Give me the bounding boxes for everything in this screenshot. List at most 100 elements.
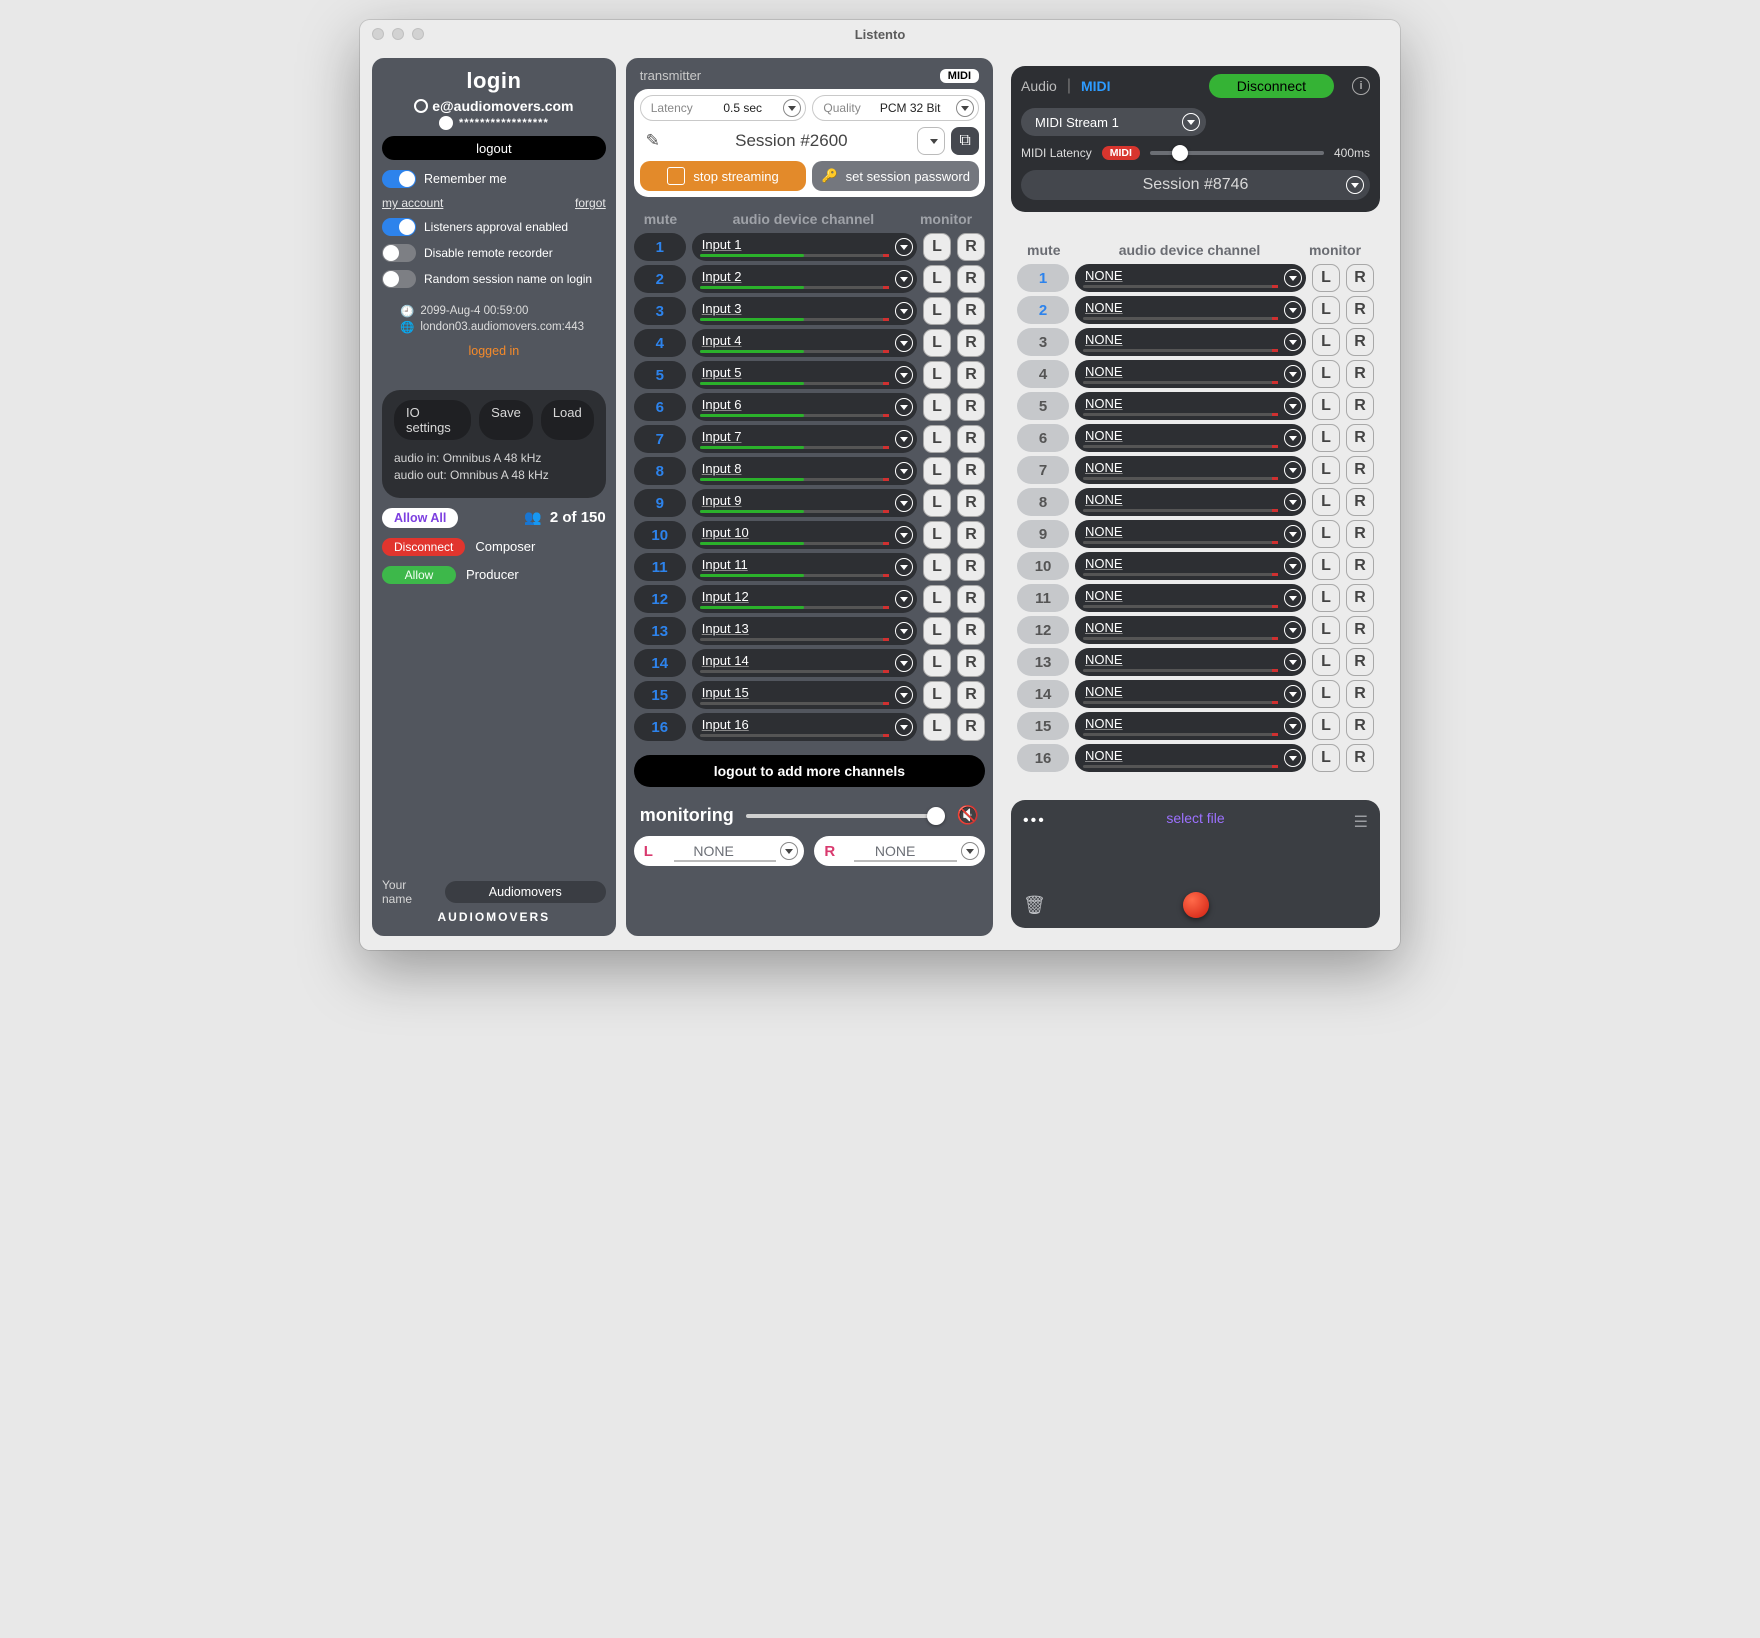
monitor-L-button[interactable]: L <box>923 585 951 613</box>
device-select[interactable]: Input 2 <box>692 265 917 293</box>
monitor-R-button[interactable]: R <box>957 297 985 325</box>
device-select[interactable]: Input 11 <box>692 553 917 581</box>
monitor-R-button[interactable]: R <box>957 393 985 421</box>
mute-button[interactable]: 4 <box>1017 360 1069 388</box>
monitor-L-button[interactable]: L <box>923 329 951 357</box>
device-select[interactable]: Input 16 <box>692 713 917 741</box>
monitor-L-button[interactable]: L <box>1312 392 1340 420</box>
disconnect-button[interactable]: Disconnect <box>1209 74 1334 98</box>
receiver-session-select[interactable]: Session #8746 <box>1021 170 1370 200</box>
mute-button[interactable]: 5 <box>1017 392 1069 420</box>
mute-button[interactable]: 4 <box>634 329 686 357</box>
copy-session-button[interactable]: ⧉ <box>951 127 979 155</box>
device-select[interactable]: Input 10 <box>692 521 917 549</box>
device-select[interactable]: NONE <box>1075 328 1306 356</box>
monitor-R-button[interactable]: R <box>1346 424 1374 452</box>
monitor-L-button[interactable]: L <box>1312 488 1340 516</box>
save-button[interactable]: Save <box>479 400 533 440</box>
mute-button[interactable]: 2 <box>1017 296 1069 324</box>
monitor-L-button[interactable]: L <box>923 297 951 325</box>
device-select[interactable]: NONE <box>1075 488 1306 516</box>
monitor-R-button[interactable]: R <box>957 585 985 613</box>
device-select[interactable]: NONE <box>1075 648 1306 676</box>
layers-icon[interactable]: ☰ <box>1354 812 1368 832</box>
monitor-R-button[interactable]: R <box>1346 520 1374 548</box>
device-select[interactable]: Input 4 <box>692 329 917 357</box>
monitor-R-button[interactable]: R <box>1346 616 1374 644</box>
device-select[interactable]: NONE <box>1075 392 1306 420</box>
device-select[interactable]: Input 1 <box>692 233 917 261</box>
device-select[interactable]: Input 8 <box>692 457 917 485</box>
tab-audio[interactable]: Audio <box>1021 78 1057 94</box>
your-name-input[interactable] <box>445 881 606 903</box>
monitor-R-button[interactable]: R <box>957 329 985 357</box>
mute-button[interactable]: 15 <box>1017 712 1069 740</box>
monitor-L-button[interactable]: L <box>923 617 951 645</box>
device-select[interactable]: NONE <box>1075 744 1306 772</box>
device-select[interactable]: NONE <box>1075 712 1306 740</box>
device-select[interactable]: NONE <box>1075 456 1306 484</box>
device-select[interactable]: Input 3 <box>692 297 917 325</box>
mute-button[interactable]: 16 <box>1017 744 1069 772</box>
monitor-R-button[interactable]: R <box>1346 296 1374 324</box>
monitor-L-button[interactable]: L <box>1312 328 1340 356</box>
monitor-R-button[interactable]: R <box>1346 488 1374 516</box>
monitor-L-select[interactable]: LNONE <box>634 836 805 866</box>
monitor-R-button[interactable]: R <box>957 553 985 581</box>
mute-button[interactable]: 1 <box>1017 264 1069 292</box>
monitoring-volume-slider[interactable] <box>746 814 945 818</box>
monitor-L-button[interactable]: L <box>923 489 951 517</box>
device-select[interactable]: Input 12 <box>692 585 917 613</box>
monitor-R-button[interactable]: R <box>957 361 985 389</box>
device-select[interactable]: Input 15 <box>692 681 917 709</box>
monitor-L-button[interactable]: L <box>923 649 951 677</box>
monitor-R-button[interactable]: R <box>957 425 985 453</box>
device-select[interactable]: NONE <box>1075 424 1306 452</box>
device-select[interactable]: Input 14 <box>692 649 917 677</box>
remember-me-toggle[interactable] <box>382 170 416 188</box>
mute-button[interactable]: 15 <box>634 681 686 709</box>
midi-stream-select[interactable]: MIDI Stream 1 <box>1021 108 1206 136</box>
tab-midi[interactable]: MIDI <box>1081 78 1111 94</box>
device-select[interactable]: Input 7 <box>692 425 917 453</box>
monitor-R-button[interactable]: R <box>1346 648 1374 676</box>
mute-button[interactable]: 14 <box>1017 680 1069 708</box>
monitoring-mute-icon[interactable]: 🔇 <box>957 805 979 826</box>
mute-button[interactable]: 1 <box>634 233 686 261</box>
my-account-link[interactable]: my account <box>382 196 443 210</box>
mute-button[interactable]: 11 <box>1017 584 1069 612</box>
device-select[interactable]: NONE <box>1075 680 1306 708</box>
device-select[interactable]: NONE <box>1075 584 1306 612</box>
device-select[interactable]: Input 6 <box>692 393 917 421</box>
device-select[interactable]: NONE <box>1075 264 1306 292</box>
monitor-R-button[interactable]: R <box>1346 744 1374 772</box>
edit-session-icon[interactable]: ✎ <box>640 128 666 154</box>
mute-button[interactable]: 14 <box>634 649 686 677</box>
mute-button[interactable]: 16 <box>634 713 686 741</box>
monitor-L-button[interactable]: L <box>1312 744 1340 772</box>
monitor-R-button[interactable]: R <box>1346 712 1374 740</box>
monitor-R-select[interactable]: RNONE <box>814 836 985 866</box>
monitor-R-button[interactable]: R <box>1346 328 1374 356</box>
mute-button[interactable]: 10 <box>1017 552 1069 580</box>
device-select[interactable]: Input 5 <box>692 361 917 389</box>
latency-select[interactable]: Latency 0.5 sec <box>640 95 807 121</box>
monitor-R-button[interactable]: R <box>957 489 985 517</box>
listeners-approval-toggle[interactable] <box>382 218 416 236</box>
monitor-L-button[interactable]: L <box>923 681 951 709</box>
monitor-R-button[interactable]: R <box>957 457 985 485</box>
listener-allow-button[interactable]: Allow <box>382 566 456 584</box>
quality-select[interactable]: Quality PCM 32 Bit <box>812 95 979 121</box>
session-password-button[interactable]: 🔑 set session password <box>812 161 979 191</box>
mute-button[interactable]: 10 <box>634 521 686 549</box>
monitor-L-button[interactable]: L <box>923 553 951 581</box>
disable-recorder-toggle[interactable] <box>382 244 416 262</box>
monitor-L-button[interactable]: L <box>1312 520 1340 548</box>
mute-button[interactable]: 12 <box>634 585 686 613</box>
monitor-R-button[interactable]: R <box>1346 584 1374 612</box>
monitor-R-button[interactable]: R <box>1346 392 1374 420</box>
monitor-L-button[interactable]: L <box>923 521 951 549</box>
device-select[interactable]: NONE <box>1075 360 1306 388</box>
midi-latency-slider[interactable] <box>1150 151 1324 155</box>
monitor-L-button[interactable]: L <box>1312 648 1340 676</box>
